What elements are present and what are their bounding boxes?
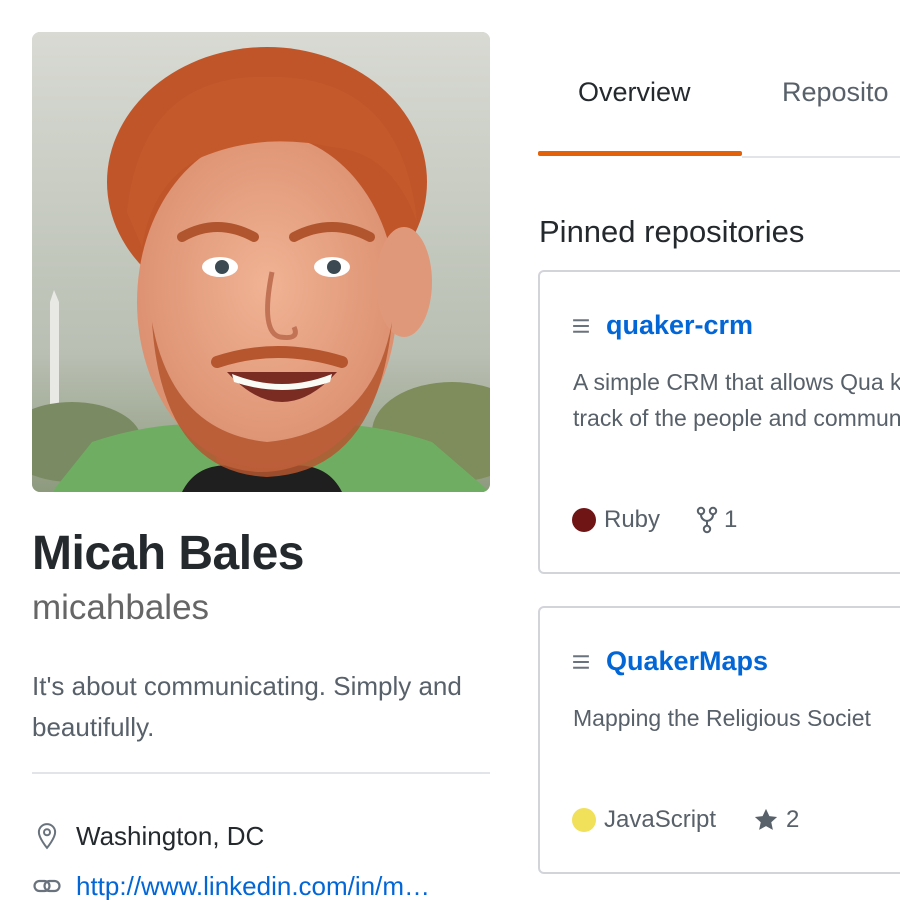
profile-full-name: Micah Bales — [32, 527, 304, 580]
repo-description: A simple CRM that allows Qua keep track … — [573, 369, 900, 431]
repo-name-link[interactable]: quaker-crm — [606, 310, 753, 341]
repo-language: Ruby — [604, 506, 661, 533]
repo-list-icon — [573, 654, 589, 669]
language-color-dot — [572, 508, 596, 532]
link-icon — [33, 879, 61, 893]
tab-overview[interactable]: Overview — [578, 74, 691, 110]
repo-header: quaker-crm — [572, 310, 753, 341]
location-pin-icon — [37, 823, 57, 850]
tabs-border — [742, 156, 900, 158]
website-link[interactable]: http://www.linkedin.com/in/m… — [76, 871, 430, 900]
repo-stars[interactable]: 2 — [752, 806, 799, 834]
fork-icon — [696, 506, 718, 534]
repo-meta: Ruby 1 — [572, 506, 737, 534]
location-text: Washington, DC — [76, 820, 265, 851]
language-color-dot — [572, 808, 596, 832]
repo-list-icon — [573, 318, 589, 333]
fork-count: 1 — [724, 506, 738, 533]
profile-tabs: Overview Reposito — [538, 60, 900, 158]
star-icon — [754, 808, 778, 830]
active-tab-underline — [538, 151, 742, 156]
pinned-repo-card: QuakerMaps Mapping the Religious Societ … — [538, 606, 900, 874]
pinned-repositories-heading: Pinned repositories — [539, 214, 805, 249]
repo-language: JavaScript — [604, 806, 717, 833]
profile-page: Micah Bales micahbales It's about commun… — [0, 0, 900, 900]
tab-repositories[interactable]: Reposito — [782, 74, 889, 110]
star-count: 2 — [786, 806, 800, 833]
repo-header: QuakerMaps — [572, 646, 768, 677]
repo-description: Mapping the Religious Societ — [573, 705, 871, 731]
pinned-repo-card: quaker-crm A simple CRM that allows Qua … — [538, 270, 900, 574]
profile-location: Washington, DC — [32, 818, 264, 854]
profile-website: http://www.linkedin.com/in/m… — [32, 868, 492, 900]
avatar[interactable] — [32, 32, 490, 492]
profile-username: micahbales — [32, 588, 210, 627]
avatar-photo — [32, 32, 490, 492]
repo-name-link[interactable]: QuakerMaps — [606, 646, 768, 677]
profile-bio: It's about communicating. Simply and bea… — [32, 671, 462, 742]
profile-divider — [32, 772, 490, 774]
repo-forks[interactable]: 1 — [696, 506, 737, 534]
repo-meta: JavaScript 2 — [572, 806, 799, 834]
